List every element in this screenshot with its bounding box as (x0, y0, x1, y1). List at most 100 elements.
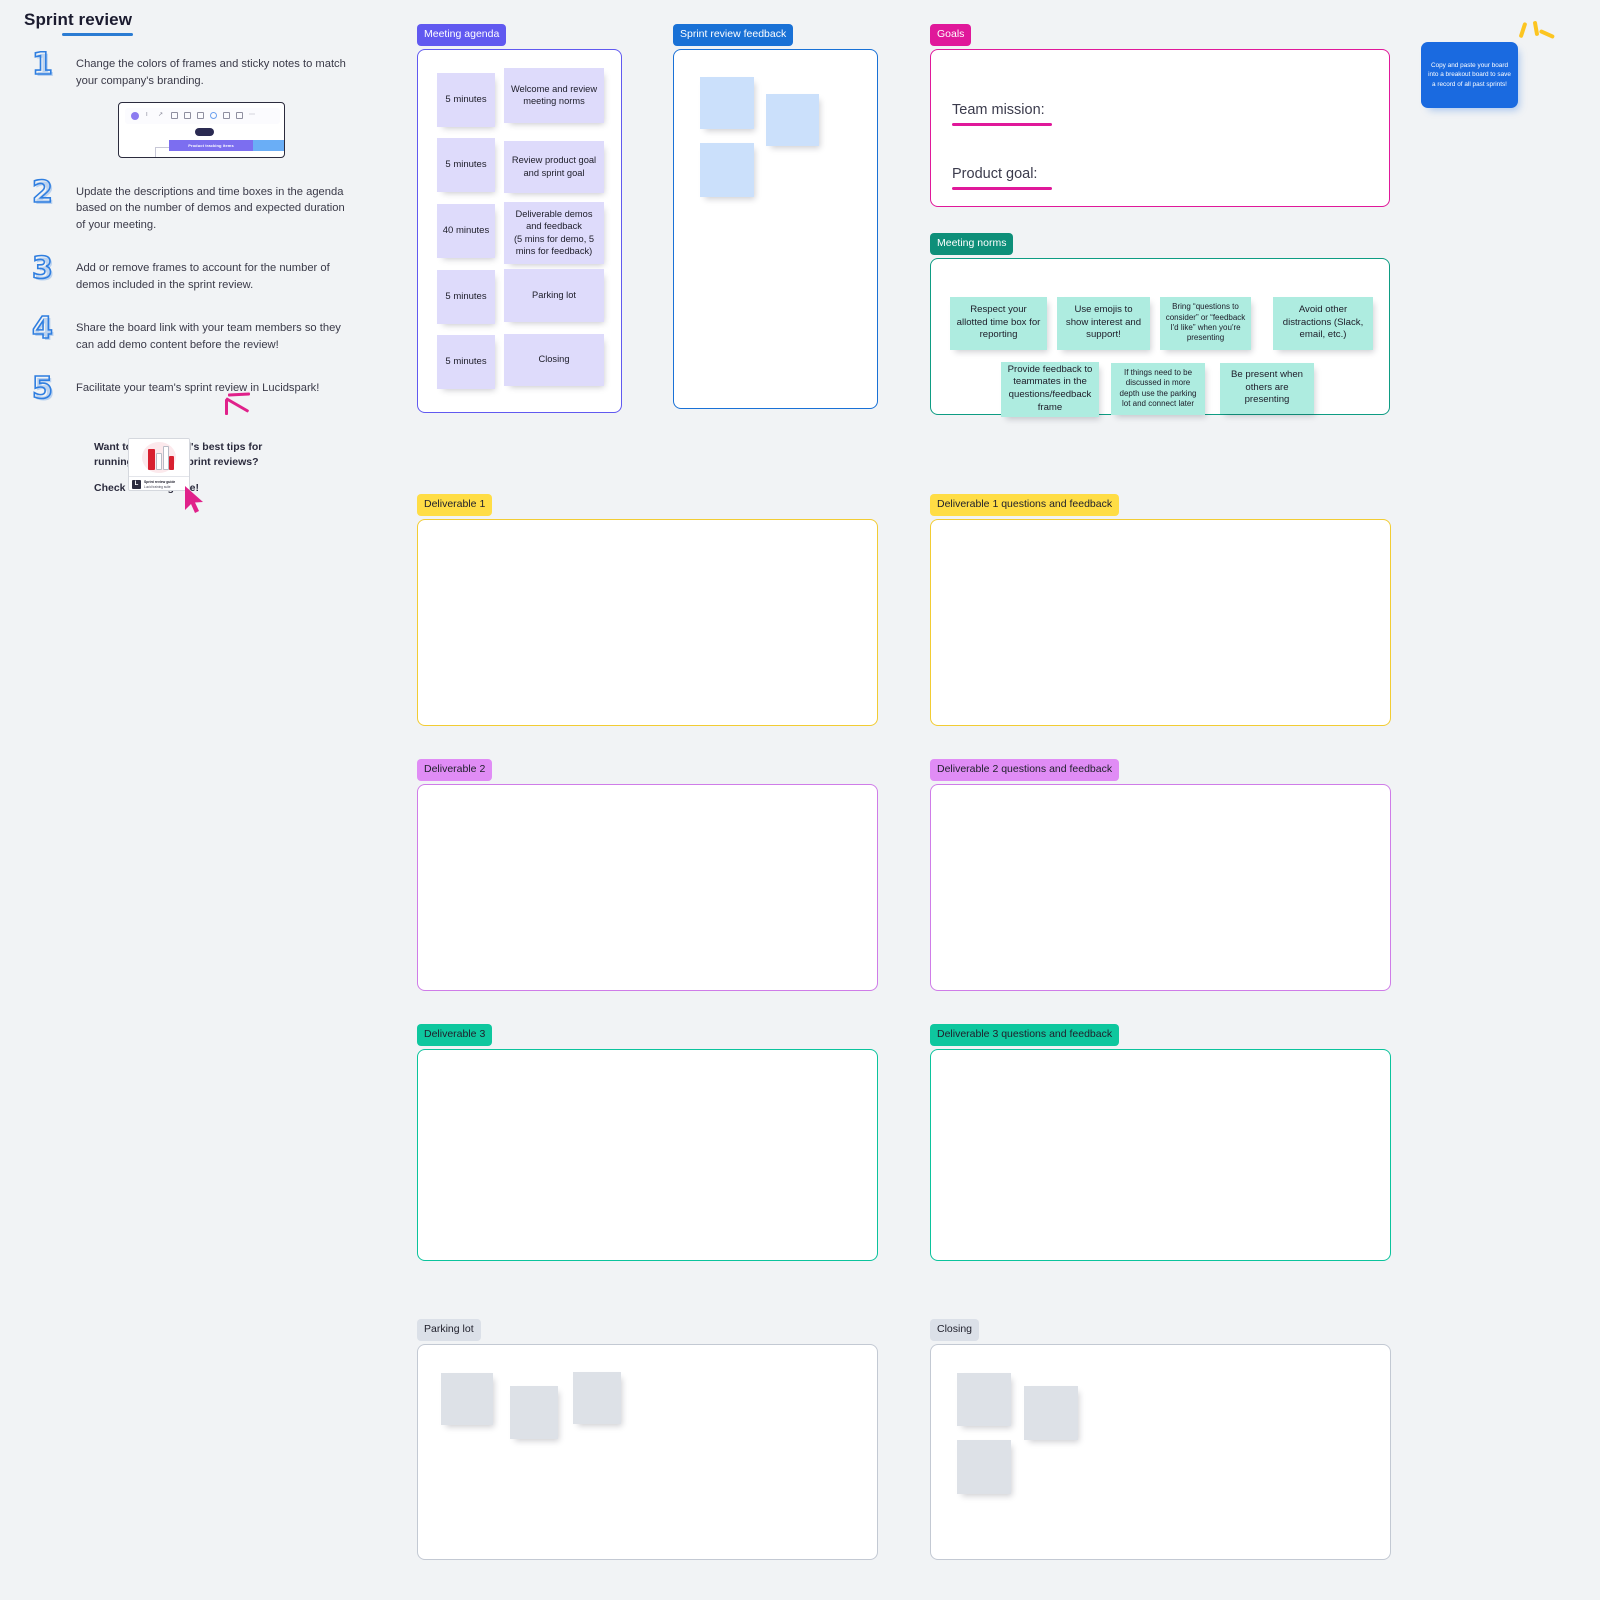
lock-icon (223, 112, 230, 120)
frame-body-goals: Team mission: Product goal: (930, 48, 1390, 207)
selection-pill (195, 127, 214, 136)
sticky-note[interactable] (510, 1385, 558, 1439)
frame-label-parking-lot[interactable]: Parking lot (417, 1319, 481, 1341)
frame-label-deliverable-1-feedback[interactable]: Deliverable 1 questions and feedback (930, 494, 1120, 516)
agenda-time-2[interactable]: 5 minutes (437, 137, 495, 192)
sticky-note[interactable] (700, 142, 754, 197)
goal-team-mission[interactable]: Team mission: (952, 102, 1052, 126)
frame-label-sprint-review-feedback[interactable]: Sprint review feedback (673, 24, 794, 46)
goal-underline (952, 122, 1052, 126)
step-number-1: 1 (31, 47, 53, 82)
sticky-note[interactable]: If things need to be discussed in more d… (1111, 362, 1205, 415)
pink-arrow-annotation (220, 385, 260, 417)
frame-deliverable-3[interactable]: Deliverable 3 (417, 1024, 878, 1261)
frame-meeting-norms[interactable]: Meeting norms Respect your allotted time… (930, 233, 1390, 417)
frame-label-deliverable-1[interactable]: Deliverable 1 (417, 494, 493, 516)
frame-meeting-agenda[interactable]: Meeting agenda 5 minutes Welcome and rev… (417, 24, 622, 413)
sticky-note[interactable]: Avoid other distractions (Slack, email, … (1273, 296, 1373, 350)
frame-label-meeting-norms[interactable]: Meeting norms (930, 233, 1014, 255)
instruction-step-3: 3 Add or remove frames to account for th… (24, 253, 354, 294)
sticky-note[interactable] (573, 1371, 621, 1424)
preview-bar-label: Product tracking items (169, 139, 253, 151)
frame-label-deliverable-3[interactable]: Deliverable 3 (417, 1024, 493, 1046)
frame-label-deliverable-3-feedback[interactable]: Deliverable 3 questions and feedback (930, 1024, 1120, 1046)
goal-label-product-goal: Product goal: (952, 165, 1038, 182)
frame-sprint-review-feedback[interactable]: Sprint review feedback (673, 24, 878, 409)
guide-card-subtitle: Lucid training suite (144, 484, 171, 489)
frame-deliverable-2[interactable]: Deliverable 2 (417, 759, 878, 991)
sticky-note[interactable]: Provide feedback to teammates in the que… (1001, 361, 1099, 417)
instruction-step-1: 1 Change the colors of frames and sticky… (24, 49, 354, 158)
sticky-note[interactable] (441, 1372, 493, 1425)
step-number-3: 3 (31, 250, 53, 286)
toolbar-icon-row: T ↗ ⋯ (125, 107, 280, 124)
step-text-2: Update the descriptions and time boxes i… (76, 185, 345, 232)
frame-body-parking-lot (417, 1343, 878, 1560)
agenda-time-3[interactable]: 40 minutes (437, 203, 495, 258)
frame-body-meeting-norms: Respect your allotted time box for repor… (930, 257, 1390, 417)
sticky-note[interactable]: Use emojis to show interest and support! (1057, 296, 1150, 350)
agenda-time-5[interactable]: 5 minutes (437, 334, 495, 389)
agenda-desc-4[interactable]: Parking lot (504, 268, 604, 322)
whiteboard-canvas: Sprint review 1 Change the colors of fra… (0, 0, 1600, 1600)
sticky-note[interactable]: Bring “questions to consider” or “feedba… (1160, 296, 1251, 350)
preview-bar-blue (253, 139, 284, 151)
callout-breakout-board[interactable]: Copy and paste your board into a breakou… (1421, 42, 1518, 108)
agenda-desc-2[interactable]: Review product goal and sprint goal (504, 140, 604, 193)
step-text-4: Share the board link with your team memb… (76, 321, 341, 351)
frame-deliverable-2-feedback[interactable]: Deliverable 2 questions and feedback (930, 759, 1391, 991)
page-title: Sprint review (24, 10, 133, 36)
sticky-note[interactable] (1024, 1385, 1078, 1440)
frame-goals[interactable]: Goals Team mission: Product goal: (930, 24, 1390, 207)
more-options-icon: ⋯ (249, 112, 255, 119)
books-illustration-icon (129, 439, 189, 476)
frame-body-deliverable-2 (417, 783, 878, 991)
link-icon: ↗ (158, 112, 164, 119)
frame-closing[interactable]: Closing (930, 1319, 1391, 1560)
agenda-desc-5[interactable]: Closing (504, 333, 604, 386)
agenda-desc-3[interactable]: Deliverable demos and feedback (5 mins f… (504, 201, 604, 264)
step-number-2: 2 (31, 174, 53, 210)
goal-product-goal[interactable]: Product goal: (952, 166, 1052, 190)
toolbar-screenshot: T ↗ ⋯ Product tracking items (118, 101, 285, 158)
title-underline (62, 33, 133, 36)
frame-body-deliverable-1 (417, 518, 878, 726)
instructions-panel: Sprint review 1 Change the colors of fra… (24, 10, 354, 494)
guide-card-meta: L Sprint review guide Lucid training sui… (129, 476, 189, 490)
step-text-5: Facilitate your team's sprint review in … (76, 381, 320, 394)
pen-icon (171, 112, 178, 120)
frame-label-closing[interactable]: Closing (930, 1319, 980, 1341)
frame-icon (197, 112, 204, 120)
instruction-step-4: 4 Share the board link with your team me… (24, 313, 354, 354)
frame-label-deliverable-2[interactable]: Deliverable 2 (417, 759, 493, 781)
frame-label-goals[interactable]: Goals (930, 24, 972, 46)
frame-parking-lot[interactable]: Parking lot (417, 1319, 878, 1560)
goal-label-team-mission: Team mission: (952, 101, 1045, 118)
frame-deliverable-1[interactable]: Deliverable 1 (417, 494, 878, 726)
sticky-note[interactable]: Respect your allotted time box for repor… (950, 296, 1047, 350)
sticky-note[interactable]: Be present when others are presenting (1220, 362, 1314, 414)
instruction-step-5: 5 Facilitate your team's sprint review i… (24, 373, 354, 414)
frame-body-deliverable-3-feedback (930, 1048, 1391, 1261)
goal-underline (952, 186, 1052, 190)
agenda-time-4[interactable]: 5 minutes (437, 269, 495, 324)
frame-deliverable-3-feedback[interactable]: Deliverable 3 questions and feedback (930, 1024, 1391, 1261)
frame-body-closing (930, 1343, 1391, 1560)
frame-body-deliverable-2-feedback (930, 783, 1391, 991)
sticky-note[interactable] (700, 76, 754, 129)
frame-deliverable-1-feedback[interactable]: Deliverable 1 questions and feedback (930, 494, 1391, 726)
guide-thumbnail-card[interactable]: L Sprint review guide Lucid training sui… (128, 438, 190, 491)
sticky-note[interactable] (957, 1372, 1011, 1426)
agenda-desc-1[interactable]: Welcome and review meeting norms (504, 67, 604, 123)
preview-frame-outline (155, 146, 170, 157)
frame-label-deliverable-2-feedback[interactable]: Deliverable 2 questions and feedback (930, 759, 1120, 781)
sticky-note[interactable] (766, 93, 819, 146)
frame-label-meeting-agenda[interactable]: Meeting agenda (417, 24, 507, 46)
step-text-1: Change the colors of frames and sticky n… (76, 58, 346, 87)
agenda-time-1[interactable]: 5 minutes (437, 72, 495, 127)
sticky-note[interactable] (957, 1439, 1011, 1494)
eraser-icon (184, 112, 191, 120)
sparkle-icon (1510, 20, 1556, 50)
frame-body-deliverable-1-feedback (930, 518, 1391, 726)
lucid-logo-icon: L (132, 480, 141, 489)
